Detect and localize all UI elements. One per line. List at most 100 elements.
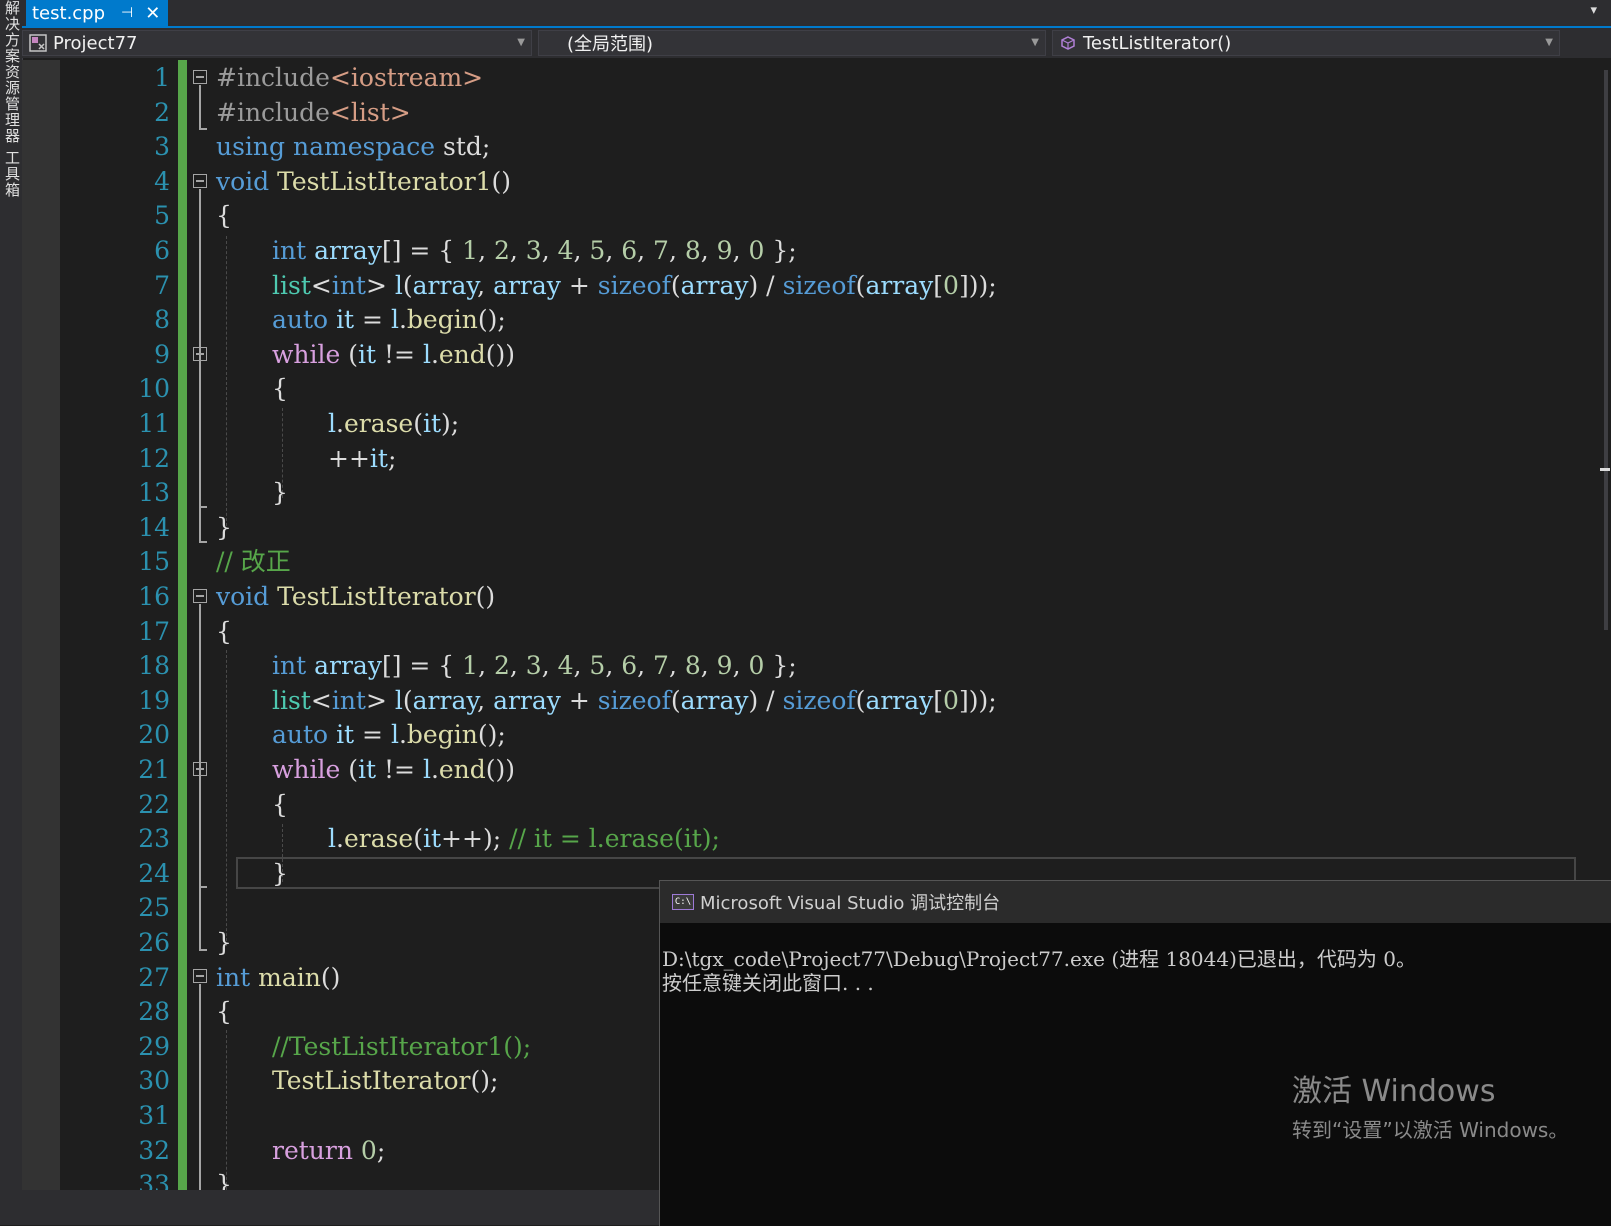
code-line-13: } bbox=[272, 476, 288, 511]
number: 4 bbox=[557, 651, 574, 681]
variable: array bbox=[412, 270, 478, 300]
indicator-margin[interactable] bbox=[22, 60, 60, 1190]
code-token: , bbox=[477, 685, 494, 715]
function-name: end bbox=[438, 339, 486, 369]
code-token: , bbox=[637, 236, 654, 265]
code-token: (); bbox=[477, 305, 506, 335]
collapse-icon[interactable] bbox=[193, 70, 207, 84]
code-token: (); bbox=[477, 720, 506, 750]
collapse-icon[interactable] bbox=[193, 762, 207, 776]
code-token: ( bbox=[402, 270, 413, 300]
collapse-icon[interactable] bbox=[193, 589, 207, 603]
number: 1 bbox=[462, 236, 479, 265]
code-token: = bbox=[354, 720, 391, 750]
keyword: int bbox=[272, 236, 307, 265]
project-name: Project77 bbox=[53, 32, 138, 54]
close-icon[interactable]: ✕ bbox=[145, 3, 160, 24]
line-number: 28 bbox=[138, 997, 170, 1027]
code-line-22: { bbox=[272, 788, 288, 823]
line-number: 3 bbox=[154, 132, 170, 162]
tab-test-cpp[interactable]: test.cpp ⊣ ✕ bbox=[26, 0, 168, 26]
code-token: }; bbox=[764, 236, 797, 265]
collapse-icon[interactable] bbox=[193, 969, 207, 983]
project-dropdown[interactable]: Project77 ▼ bbox=[22, 30, 532, 56]
scope-dropdown[interactable]: (全局范围) ▼ bbox=[538, 30, 1046, 56]
number: 5 bbox=[589, 651, 606, 681]
keyword: sizeof bbox=[597, 685, 671, 715]
preprocessor-directive: #include bbox=[216, 97, 330, 127]
console-output[interactable]: D:\tgx_code\Project77\Debug\Project77.ex… bbox=[660, 923, 1611, 995]
code-token: { bbox=[216, 616, 232, 646]
code-line-21: while (it != l.end()) bbox=[272, 753, 515, 788]
code-token: . bbox=[336, 824, 344, 854]
line-number: 6 bbox=[154, 236, 170, 265]
variable: array bbox=[493, 685, 561, 715]
code-token: ])); bbox=[958, 270, 997, 300]
code-token: ; bbox=[387, 443, 397, 473]
keyword: sizeof bbox=[597, 270, 671, 300]
control-keyword: return bbox=[272, 1135, 353, 1165]
fold-line bbox=[199, 984, 201, 1190]
line-number: 7 bbox=[154, 270, 170, 300]
variable: it bbox=[358, 339, 377, 369]
line-number: 16 bbox=[138, 582, 170, 611]
keyword: using bbox=[216, 132, 286, 162]
console-title-bar[interactable]: C:\ Microsoft Visual Studio 调试控制台 bbox=[660, 881, 1611, 923]
console-output-line: D:\tgx_code\Project77\Debug\Project77.ex… bbox=[662, 947, 1416, 971]
solution-explorer-tab[interactable]: 解决方案资源管理器 bbox=[2, 0, 23, 144]
indent-guide bbox=[226, 1030, 227, 1190]
member-dropdown[interactable]: TestListIterator() ▼ bbox=[1052, 30, 1560, 56]
function-name: TestListIterator bbox=[277, 582, 476, 611]
line-number: 19 bbox=[138, 685, 170, 715]
number: 2 bbox=[493, 651, 510, 681]
number: 9 bbox=[716, 651, 733, 681]
collapse-icon[interactable] bbox=[193, 174, 207, 188]
pin-icon[interactable]: ⊣ bbox=[121, 5, 133, 21]
code-token: ()) bbox=[485, 339, 516, 369]
code-token: { bbox=[216, 201, 232, 231]
toolbox-tab[interactable]: 工具箱 bbox=[2, 150, 23, 198]
code-line-9: while (it != l.end()) bbox=[272, 338, 515, 373]
code-line-24: } bbox=[272, 857, 288, 892]
code-line-16: void TestListIterator() bbox=[216, 580, 495, 615]
keyword: auto bbox=[272, 305, 329, 335]
code-token: . bbox=[336, 409, 344, 438]
code-token: , bbox=[732, 236, 749, 265]
code-token: (); bbox=[470, 1066, 499, 1096]
variable: array bbox=[412, 685, 478, 715]
tab-overflow-icon[interactable]: ▾ bbox=[1590, 3, 1597, 18]
code-token: != bbox=[376, 755, 423, 784]
line-number: 10 bbox=[138, 374, 170, 404]
number: 5 bbox=[589, 236, 606, 265]
code-line-4: void TestListIterator1() bbox=[216, 165, 511, 200]
code-token: }; bbox=[764, 651, 797, 681]
number: 9 bbox=[716, 236, 733, 265]
code-token: , bbox=[700, 236, 717, 265]
code-token: } bbox=[216, 512, 232, 542]
code-token: + bbox=[560, 270, 598, 300]
keyword: int bbox=[331, 270, 366, 300]
scrollbar-thumb[interactable] bbox=[1604, 70, 1608, 630]
code-line-29: //TestListIterator1(); bbox=[272, 1030, 531, 1065]
variable: array bbox=[314, 651, 382, 681]
code-line-11: l.erase(it); bbox=[328, 407, 459, 442]
code-token: { bbox=[216, 997, 232, 1027]
code-token: , bbox=[605, 651, 622, 681]
control-keyword: while bbox=[272, 755, 341, 784]
code-token: , bbox=[637, 651, 654, 681]
collapse-icon[interactable] bbox=[193, 347, 207, 361]
function-name: end bbox=[438, 755, 486, 784]
number: 3 bbox=[525, 651, 542, 681]
code-token: , bbox=[541, 236, 558, 265]
project-icon bbox=[29, 34, 47, 52]
line-number: 1 bbox=[154, 63, 170, 92]
chevron-down-icon: ▼ bbox=[517, 37, 525, 48]
code-token: , bbox=[605, 236, 622, 265]
code-token: ++ bbox=[328, 443, 370, 473]
variable: array bbox=[680, 685, 749, 715]
code-token: , bbox=[668, 236, 685, 265]
caret-position-marker bbox=[1600, 468, 1610, 471]
debug-console-window[interactable]: C:\ Microsoft Visual Studio 调试控制台 D:\tgx… bbox=[659, 880, 1611, 1226]
code-line-32: return 0; bbox=[272, 1134, 385, 1169]
activation-watermark: 激活 Windows 转到“设置”以激活 Windows。 bbox=[1292, 1066, 1568, 1143]
